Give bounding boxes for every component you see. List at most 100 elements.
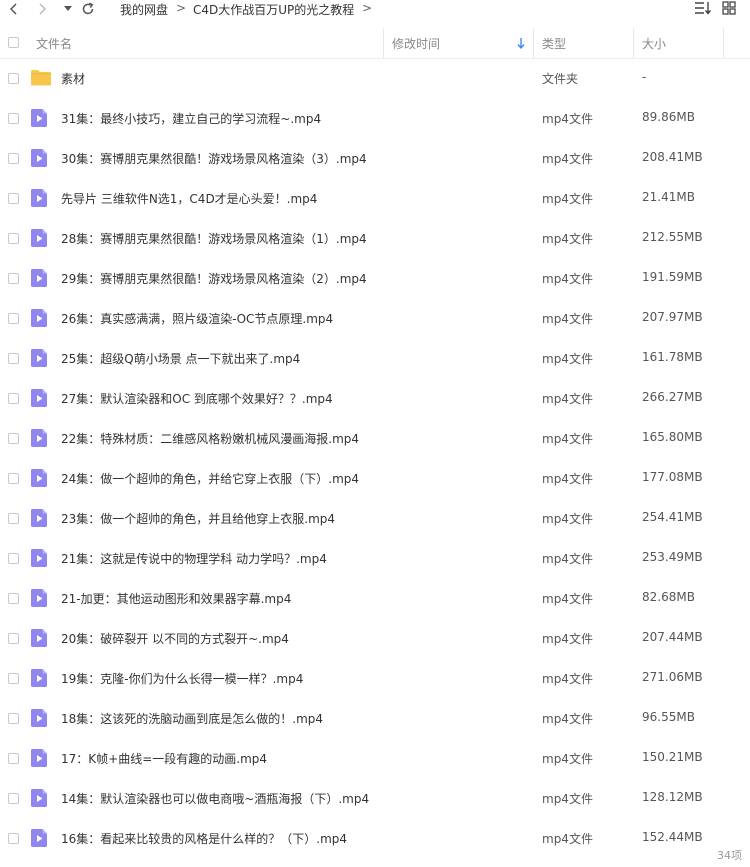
file-row[interactable]: 27集：默认渲染器和OC 到底哪个效果好？？.mp4 mp4文件 266.27MB [0,378,750,418]
file-name[interactable]: 28集：赛博朋克果然很酷！游戏场景风格渲染（1）.mp4 [61,230,367,247]
row-checkbox[interactable] [8,73,19,84]
file-name[interactable]: 25集：超级Q萌小场景 点一下就出来了.mp4 [61,350,300,367]
file-name[interactable]: 31集：最终小技巧，建立自己的学习流程~.mp4 [61,110,321,127]
column-header-type[interactable]: 类型 [542,28,566,58]
row-checkbox[interactable] [8,473,19,484]
file-size: 82.68MB [642,590,695,604]
row-checkbox[interactable] [8,673,19,684]
file-type: mp4文件 [542,392,593,406]
video-file-icon [31,469,51,487]
file-name[interactable]: 先导片 三维软件N选1，C4D才是心头爱！.mp4 [61,190,317,207]
file-row[interactable]: 29集：赛博朋克果然很酷！游戏场景风格渲染（2）.mp4 mp4文件 191.59M… [0,258,750,298]
history-dropdown-button[interactable] [62,0,74,18]
file-type: mp4文件 [542,592,593,606]
file-row[interactable]: 31集：最终小技巧，建立自己的学习流程~.mp4 mp4文件 89.86MB [0,98,750,138]
back-button[interactable] [6,0,22,18]
file-row[interactable]: 21集：这就是传说中的物理学科 动力学吗？.mp4 mp4文件 253.49MB [0,538,750,578]
file-row[interactable]: 24集：做一个超帅的角色，并给它穿上衣服（下）.mp4 mp4文件 177.08MB [0,458,750,498]
file-name[interactable]: 30集：赛博朋克果然很酷！游戏场景风格渲染（3）.mp4 [61,150,367,167]
file-row[interactable]: 20集：破碎裂开 以不同的方式裂开~.mp4 mp4文件 207.44MB [0,618,750,658]
row-checkbox[interactable] [8,273,19,284]
breadcrumb-item-current[interactable]: C4D大作战百万UP的光之教程 [193,1,354,18]
file-name[interactable]: 21-加更：其他运动图形和效果器字幕.mp4 [61,590,291,607]
column-header-modified[interactable]: 修改时间 [392,28,440,58]
file-name[interactable]: 17：K帧+曲线=一段有趣的动画.mp4 [61,750,267,767]
row-checkbox[interactable] [8,553,19,564]
column-header-name[interactable]: 文件名 [36,28,72,58]
file-type: 文件夹 [542,72,579,86]
file-type: mp4文件 [542,272,593,286]
column-header-size[interactable]: 大小 [642,28,666,58]
row-checkbox[interactable] [8,153,19,164]
select-all-checkbox[interactable] [8,37,19,48]
video-file-icon [31,669,51,687]
file-row[interactable]: 25集：超级Q萌小场景 点一下就出来了.mp4 mp4文件 161.78MB [0,338,750,378]
file-size: - [642,70,647,84]
column-divider[interactable] [383,28,384,58]
row-checkbox[interactable] [8,833,19,844]
file-name[interactable]: 14集：默认渲染器也可以做电商哦~酒瓶海报（下）.mp4 [61,790,369,807]
file-type: mp4文件 [542,432,593,446]
row-checkbox[interactable] [8,633,19,644]
column-divider[interactable] [533,28,534,58]
view-mode-button[interactable] [722,1,736,15]
column-divider[interactable] [723,28,724,58]
row-checkbox[interactable] [8,513,19,524]
file-name[interactable]: 26集：真实感满满，照片级渲染-OC节点原理.mp4 [61,310,333,327]
file-name[interactable]: 29集：赛博朋克果然很酷！游戏场景风格渲染（2）.mp4 [61,270,367,287]
video-file-icon [31,309,51,327]
row-checkbox[interactable] [8,193,19,204]
forward-button[interactable] [34,0,50,18]
file-row[interactable]: 21-加更：其他运动图形和效果器字幕.mp4 mp4文件 82.68MB [0,578,750,618]
sort-button[interactable] [694,1,712,15]
file-size: 271.06MB [642,670,703,684]
row-checkbox[interactable] [8,233,19,244]
file-name[interactable]: 27集：默认渲染器和OC 到底哪个效果好？？.mp4 [61,390,333,407]
column-divider[interactable] [633,28,634,58]
row-checkbox[interactable] [8,393,19,404]
file-size: 96.55MB [642,710,695,724]
file-name[interactable]: 21集：这就是传说中的物理学科 动力学吗？.mp4 [61,550,327,567]
file-name[interactable]: 19集：克隆-你们为什么长得一模一样？.mp4 [61,670,303,687]
file-size: 128.12MB [642,790,703,804]
row-checkbox[interactable] [8,433,19,444]
file-row[interactable]: 22集：特殊材质：二维感风格粉嫩机械风漫画海报.mp4 mp4文件 165.80MB [0,418,750,458]
file-name[interactable]: 23集：做一个超帅的角色，并且给他穿上衣服.mp4 [61,510,335,527]
video-file-icon [31,189,51,207]
file-row[interactable]: 16集：看起来比较贵的风格是什么样的？（下）.mp4 mp4文件 152.44MB [0,818,750,858]
file-type: mp4文件 [542,312,593,326]
chevron-left-icon [10,3,17,15]
file-name[interactable]: 24集：做一个超帅的角色，并给它穿上衣服（下）.mp4 [61,470,359,487]
file-row[interactable]: 30集：赛博朋克果然很酷！游戏场景风格渲染（3）.mp4 mp4文件 208.41M… [0,138,750,178]
file-type: mp4文件 [542,632,593,646]
row-checkbox[interactable] [8,593,19,604]
row-checkbox[interactable] [8,753,19,764]
file-list: 素材 文件夹 - 31集：最终小技巧，建立自己的学习流程~.mp4 mp4文件 89.86… [0,58,750,858]
refresh-button[interactable] [80,0,96,18]
file-row[interactable]: 先导片 三维软件N选1，C4D才是心头爱！.mp4 mp4文件 21.41MB [0,178,750,218]
row-checkbox[interactable] [8,713,19,724]
file-name[interactable]: 18集：这该死的洗脑动画到底是怎么做的！.mp4 [61,710,323,727]
row-checkbox[interactable] [8,793,19,804]
file-type: mp4文件 [542,352,593,366]
file-row[interactable]: 28集：赛博朋克果然很酷！游戏场景风格渲染（1）.mp4 mp4文件 212.55M… [0,218,750,258]
file-row[interactable]: 14集：默认渲染器也可以做电商哦~酒瓶海报（下）.mp4 mp4文件 128.12M… [0,778,750,818]
file-name[interactable]: 16集：看起来比较贵的风格是什么样的？（下）.mp4 [61,830,347,847]
file-row[interactable]: 19集：克隆-你们为什么长得一模一样？.mp4 mp4文件 271.06MB [0,658,750,698]
file-type: mp4文件 [542,472,593,486]
file-row[interactable]: 26集：真实感满满，照片级渲染-OC节点原理.mp4 mp4文件 207.97MB [0,298,750,338]
row-checkbox[interactable] [8,353,19,364]
file-row[interactable]: 17：K帧+曲线=一段有趣的动画.mp4 mp4文件 150.21MB [0,738,750,778]
video-file-icon [31,749,51,767]
breadcrumb-item-root[interactable]: 我的网盘 [120,1,168,18]
file-name[interactable]: 20集：破碎裂开 以不同的方式裂开~.mp4 [61,630,289,647]
file-name[interactable]: 素材 [61,70,85,87]
folder-row[interactable]: 素材 文件夹 - [0,58,750,98]
file-row[interactable]: 23集：做一个超帅的角色，并且给他穿上衣服.mp4 mp4文件 254.41MB [0,498,750,538]
row-checkbox[interactable] [8,313,19,324]
row-checkbox[interactable] [8,113,19,124]
file-row[interactable]: 18集：这该死的洗脑动画到底是怎么做的！.mp4 mp4文件 96.55MB [0,698,750,738]
file-name[interactable]: 22集：特殊材质：二维感风格粉嫩机械风漫画海报.mp4 [61,430,359,447]
video-file-icon [31,709,51,727]
file-size: 212.55MB [642,230,703,244]
